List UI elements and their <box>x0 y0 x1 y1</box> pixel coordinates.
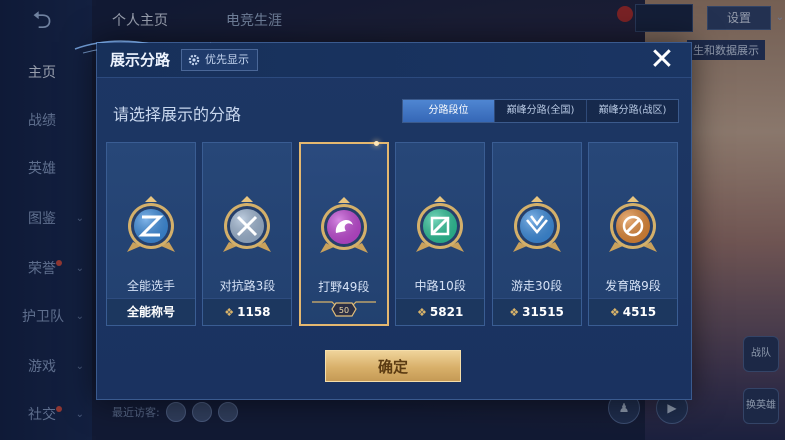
level-tag: 50 <box>311 301 376 317</box>
lane-card-value: 31515 <box>522 305 564 319</box>
lane-card-value: 全能称号 <box>126 305 175 319</box>
level-text: 50 <box>339 306 349 315</box>
lane-card-footer: ❖ 31515 <box>492 298 581 325</box>
lane-card-label: 打野49段 <box>318 280 370 294</box>
lane-type-tabs: 分路段位 巅峰分路(全国) 巅峰分路(战区) <box>402 99 679 123</box>
clash-rank-badge-icon <box>223 196 272 252</box>
lane-card-clash[interactable]: 对抗路3段 ❖ 1158 <box>202 142 293 326</box>
lane-card-label: 中路10段 <box>414 279 466 293</box>
lane-card-value: 1158 <box>237 305 271 319</box>
tab-peak-national[interactable]: 巅峰分路(全国) <box>494 100 586 122</box>
sparkle-icon <box>373 141 379 146</box>
priority-display-button[interactable]: 优先显示 <box>181 49 258 71</box>
points-icon: ❖ <box>609 306 620 319</box>
points-icon: ❖ <box>417 306 427 319</box>
lane-card-all-round[interactable]: 全能选手 全能称号 <box>106 142 196 326</box>
jungle-rank-badge-icon <box>319 197 368 253</box>
lane-card-label: 游走30段 <box>510 279 563 293</box>
lane-card-jungle[interactable]: 打野49段 50 <box>298 141 389 326</box>
lane-card-roam[interactable]: 游走30段 ❖ 31515 <box>491 142 582 326</box>
mid-rank-badge-icon <box>416 196 465 252</box>
lane-card-value: 5821 <box>429 305 464 319</box>
dialog-prompt: 请选择展示的分路 <box>113 105 242 124</box>
roam-rank-badge-icon <box>512 196 561 252</box>
lane-card-footer: 全能称号 <box>107 298 195 325</box>
tab-peak-region[interactable]: 巅峰分路(战区) <box>586 100 678 122</box>
farm-rank-badge-icon <box>609 196 657 252</box>
lane-card-mid[interactable]: 中路10段 ❖ 5821 <box>395 142 486 326</box>
close-button[interactable]: ✕ <box>649 45 675 75</box>
lane-card-label: 对抗路3段 <box>219 279 276 293</box>
display-lane-dialog: 展示分路 优先显示 ✕ 请选择展示的分路 分路段位 巅峰分路(全国) 巅峰分路(… <box>74 40 692 400</box>
gear-icon <box>188 54 200 66</box>
dialog-header: 展示分路 优先显示 ✕ <box>97 43 691 78</box>
lane-card-label: 发育路9段 <box>605 279 661 293</box>
lane-card-value: 4515 <box>622 305 657 319</box>
lane-card-footer: ❖ 4515 <box>589 298 677 325</box>
points-icon: ❖ <box>224 306 235 319</box>
tab-lane-rank[interactable]: 分路段位 <box>403 100 494 122</box>
dialog-title: 展示分路 <box>110 51 171 69</box>
all-round-rank-badge-icon <box>127 196 175 252</box>
lane-card-footer: ❖ 1158 <box>203 298 292 325</box>
points-icon: ❖ <box>509 306 520 319</box>
confirm-button[interactable]: 确定 <box>325 350 461 382</box>
lane-card-farm[interactable]: 发育路9段 ❖ 4515 <box>588 142 678 326</box>
lane-card-label: 全能选手 <box>126 279 175 293</box>
lane-cards: 全能选手 全能称号 对抗路3段 ❖ 1158 打野49段 50 中路10段 ❖ 5821 游走30段… <box>106 141 683 326</box>
lane-card-footer: ❖ 5821 <box>396 298 485 325</box>
